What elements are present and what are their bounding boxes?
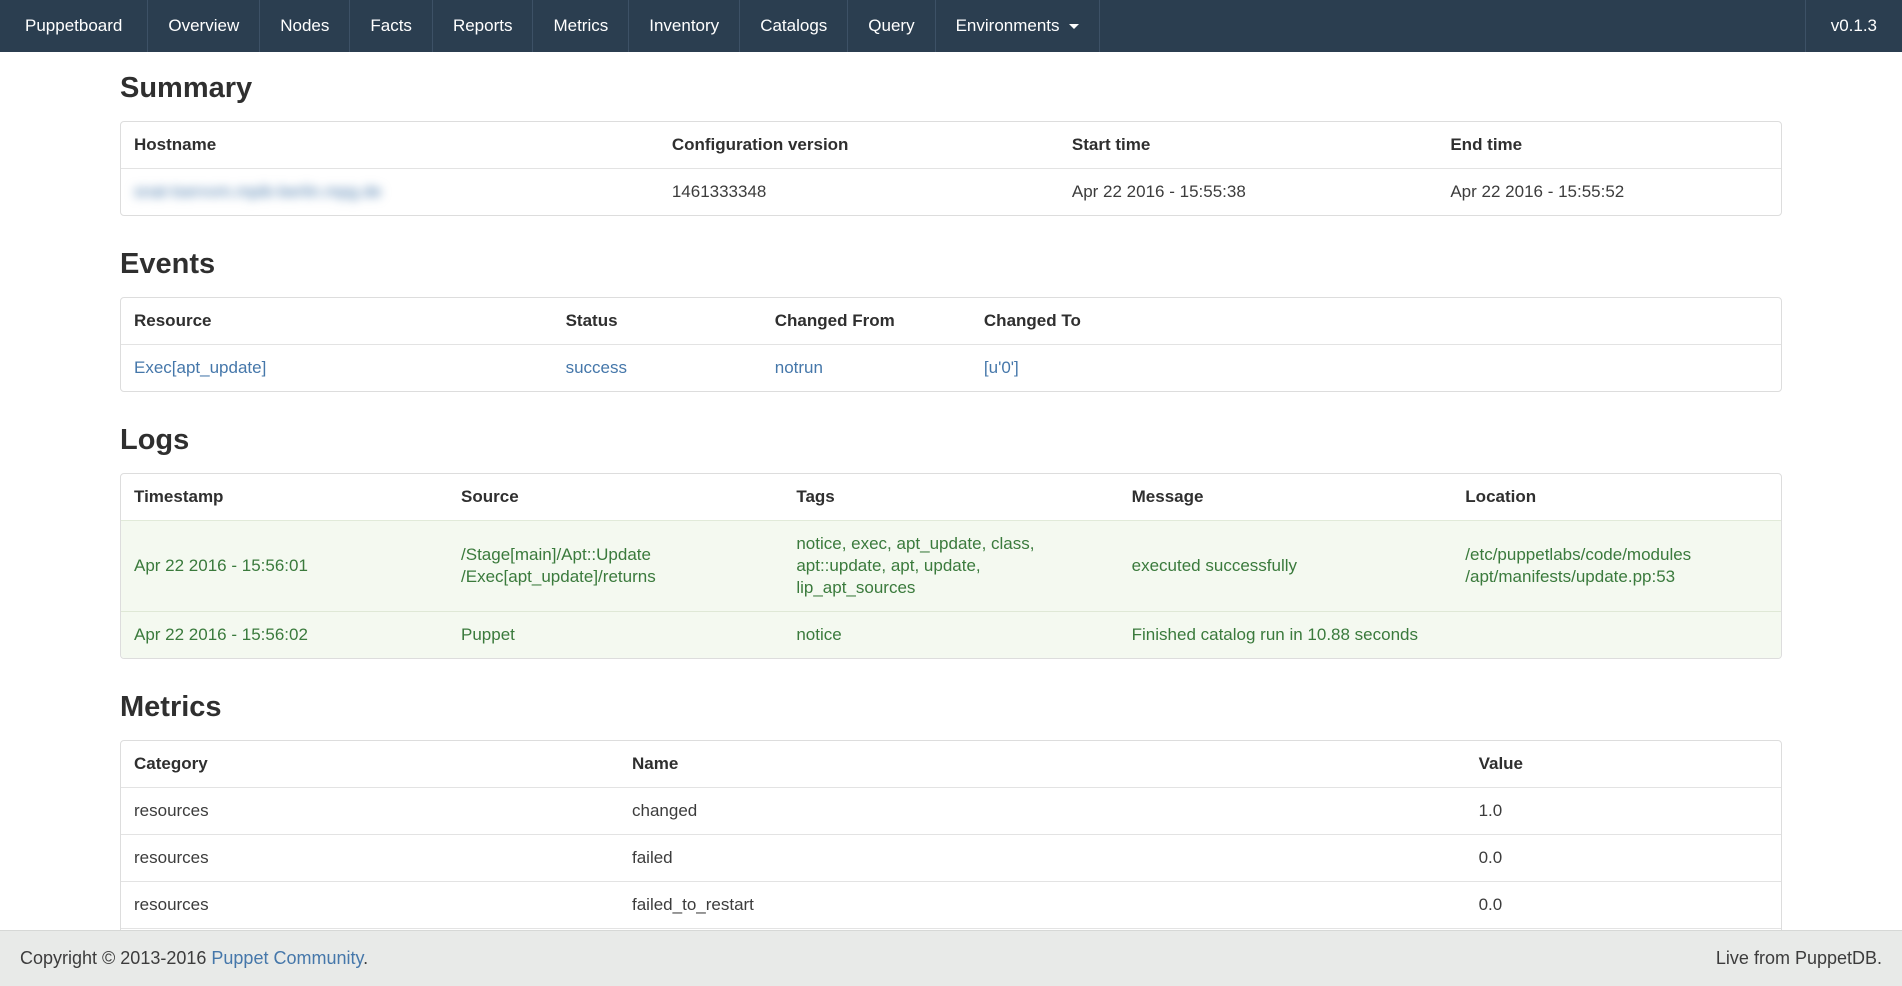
report-page: Summary Hostname Configuration version S… — [120, 72, 1782, 970]
changed-to-link[interactable]: [u'0'] — [984, 358, 1019, 377]
events-table: Resource Status Changed From Changed To … — [120, 297, 1782, 392]
cell-log-source: /Stage[main]/Apt::Update /Exec[apt_updat… — [448, 521, 783, 612]
copyright-period: . — [363, 948, 368, 968]
logs-col-tags: Tags — [783, 474, 1118, 521]
copyright-text: Copyright © 2013-2016 — [20, 948, 206, 968]
metric-row: resources failed_to_restart 0.0 — [121, 882, 1781, 929]
nav-item-facts[interactable]: Facts — [350, 0, 433, 52]
cell-metric-category: resources — [121, 882, 619, 929]
hostname-link-redacted[interactable]: snat-tservvm.mpib-berlin.mpg.de — [134, 182, 382, 201]
events-col-resource: Resource — [121, 298, 553, 345]
metric-row: resources changed 1.0 — [121, 788, 1781, 835]
cell-changed-from: notrun — [762, 345, 971, 392]
summary-col-end-time: End time — [1437, 122, 1781, 169]
changed-from-link[interactable]: notrun — [775, 358, 823, 377]
summary-row: snat-tservvm.mpib-berlin.mpg.de 14613333… — [121, 169, 1781, 216]
resource-link[interactable]: Exec[apt_update] — [134, 358, 266, 377]
cell-changed-to: [u'0'] — [971, 345, 1781, 392]
cell-metric-value: 0.0 — [1466, 835, 1781, 882]
cell-end-time: Apr 22 2016 - 15:55:52 — [1437, 169, 1781, 216]
logs-col-timestamp: Timestamp — [121, 474, 448, 521]
metrics-col-name: Name — [619, 741, 1466, 788]
nav-item-catalogs[interactable]: Catalogs — [740, 0, 848, 52]
nav-item-metrics[interactable]: Metrics — [533, 0, 629, 52]
logs-col-message: Message — [1119, 474, 1453, 521]
summary-col-start-time: Start time — [1059, 122, 1437, 169]
nav-item-inventory[interactable]: Inventory — [629, 0, 740, 52]
nav-item-reports[interactable]: Reports — [433, 0, 534, 52]
log-row: Apr 22 2016 - 15:56:02 Puppet notice Fin… — [121, 612, 1781, 659]
metrics-col-value: Value — [1466, 741, 1781, 788]
events-col-changed-from: Changed From — [762, 298, 971, 345]
footer: Copyright © 2013-2016 Puppet Community. … — [0, 930, 1902, 986]
nav-item-query[interactable]: Query — [848, 0, 935, 52]
log-row: Apr 22 2016 - 15:56:01 /Stage[main]/Apt:… — [121, 521, 1781, 612]
cell-start-time: Apr 22 2016 - 15:55:38 — [1059, 169, 1437, 216]
cell-metric-category: resources — [121, 788, 619, 835]
logs-heading: Logs — [120, 424, 1782, 457]
logs-table: Timestamp Source Tags Message Location A… — [120, 473, 1782, 659]
logs-col-location: Location — [1452, 474, 1781, 521]
cell-log-location: /etc/puppetlabs/code/modules /apt/manife… — [1452, 521, 1781, 612]
nav-item-nodes[interactable]: Nodes — [260, 0, 350, 52]
cell-log-source: Puppet — [448, 612, 783, 659]
cell-log-timestamp: Apr 22 2016 - 15:56:02 — [121, 612, 448, 659]
cell-log-tags: notice, exec, apt_update, class, apt::up… — [783, 521, 1118, 612]
cell-metric-category: resources — [121, 835, 619, 882]
nav-version-link[interactable]: v0.1.3 — [1805, 0, 1902, 52]
summary-table: Hostname Configuration version Start tim… — [120, 121, 1782, 216]
footer-source: Live from PuppetDB. — [1716, 948, 1882, 969]
logs-col-source: Source — [448, 474, 783, 521]
metric-row: resources failed 0.0 — [121, 835, 1781, 882]
summary-heading: Summary — [120, 72, 1782, 105]
cell-log-timestamp: Apr 22 2016 - 15:56:01 — [121, 521, 448, 612]
status-link[interactable]: success — [566, 358, 627, 377]
events-col-status: Status — [553, 298, 762, 345]
nav-item-overview[interactable]: Overview — [148, 0, 260, 52]
metrics-col-category: Category — [121, 741, 619, 788]
cell-metric-value: 0.0 — [1466, 882, 1781, 929]
cell-log-message: Finished catalog run in 10.88 seconds — [1119, 612, 1453, 659]
summary-col-hostname: Hostname — [121, 122, 659, 169]
cell-metric-name: changed — [619, 788, 1466, 835]
nav-brand-puppetboard[interactable]: Puppetboard — [0, 0, 148, 52]
cell-status: success — [553, 345, 762, 392]
navbar: Puppetboard Overview Nodes Facts Reports… — [0, 0, 1902, 52]
cell-config-version: 1461333348 — [659, 169, 1059, 216]
cell-hostname: snat-tservvm.mpib-berlin.mpg.de — [121, 169, 659, 216]
cell-resource: Exec[apt_update] — [121, 345, 553, 392]
footer-copyright: Copyright © 2013-2016 Puppet Community. — [20, 948, 368, 969]
cell-log-tags: notice — [783, 612, 1118, 659]
cell-metric-value: 1.0 — [1466, 788, 1781, 835]
caret-down-icon — [1069, 24, 1079, 29]
nav-dropdown-environments[interactable]: Environments — [936, 0, 1100, 52]
puppet-community-link[interactable]: Puppet Community — [211, 948, 363, 968]
cell-metric-name: failed — [619, 835, 1466, 882]
cell-log-location — [1452, 612, 1781, 659]
cell-metric-name: failed_to_restart — [619, 882, 1466, 929]
event-row: Exec[apt_update] success notrun [u'0'] — [121, 345, 1781, 392]
metrics-heading: Metrics — [120, 691, 1782, 724]
summary-col-config-version: Configuration version — [659, 122, 1059, 169]
events-col-changed-to: Changed To — [971, 298, 1781, 345]
environments-label: Environments — [956, 16, 1060, 36]
events-heading: Events — [120, 248, 1782, 281]
cell-log-message: executed successfully — [1119, 521, 1453, 612]
